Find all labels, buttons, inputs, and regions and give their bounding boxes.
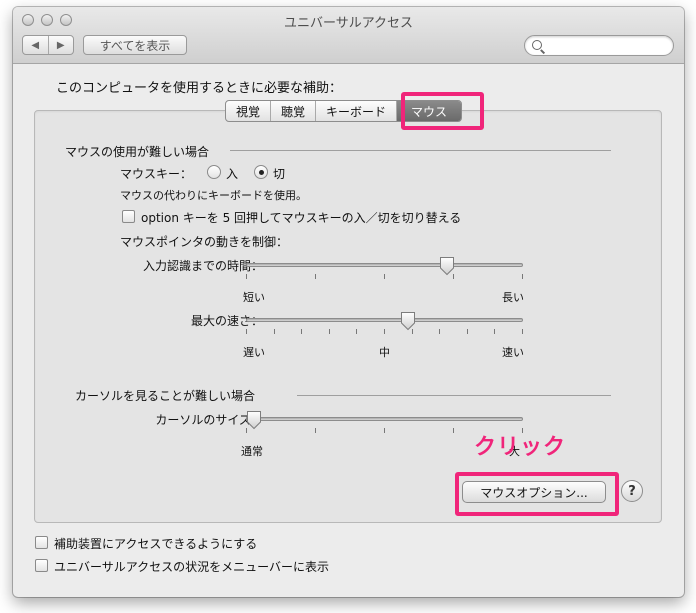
slider-tick bbox=[494, 329, 495, 334]
slider-track bbox=[246, 263, 523, 267]
window-title: ユニバーサルアクセス bbox=[283, 16, 414, 31]
search-input[interactable] bbox=[524, 35, 674, 56]
slider-tick bbox=[522, 274, 523, 279]
mouse-section-title: マウスの使用が難しい場合 bbox=[65, 145, 210, 159]
mouse-tab-highlight bbox=[401, 92, 484, 130]
speed-slider[interactable] bbox=[246, 310, 523, 346]
forward-button[interactable]: ▶ bbox=[47, 36, 74, 54]
slider-tick bbox=[246, 274, 247, 279]
speed-max-label: 速い bbox=[502, 346, 524, 359]
slider-tick bbox=[453, 428, 454, 433]
slider-track bbox=[246, 318, 523, 322]
section-divider bbox=[297, 395, 611, 396]
slider-tick bbox=[384, 428, 385, 433]
assistive-devices-checkbox[interactable] bbox=[35, 536, 48, 549]
slider-tick bbox=[356, 329, 357, 334]
menubar-status-label: ユニバーサルアクセスの状況をメニューバーに表示 bbox=[54, 560, 330, 574]
slider-tick bbox=[522, 329, 523, 334]
slider-tick bbox=[384, 274, 385, 279]
slider-thumb[interactable] bbox=[400, 311, 416, 331]
mouse-keys-label: マウスキー： bbox=[120, 167, 193, 181]
mouse-keys-note: マウスの代わりにキーボードを使用。 bbox=[120, 189, 307, 202]
mouse-keys-on-radio[interactable] bbox=[207, 165, 221, 179]
delay-max-label: 長い bbox=[502, 291, 524, 304]
slider-tick bbox=[439, 329, 440, 334]
slider-track bbox=[246, 417, 523, 421]
speed-mid-label: 中 bbox=[379, 346, 390, 359]
tab-keyboard[interactable]: キーボード bbox=[315, 101, 396, 121]
pointer-control-label: マウスポインタの動きを制御： bbox=[120, 235, 289, 249]
slider-tick bbox=[315, 274, 316, 279]
slider-tick bbox=[246, 329, 247, 334]
help-button[interactable]: ? bbox=[621, 480, 643, 502]
mouse-options-highlight bbox=[455, 472, 619, 516]
history-nav: ◀ ▶ bbox=[22, 35, 74, 55]
cursor-section-title: カーソルを見ることが難しい場合 bbox=[75, 389, 256, 403]
slider-thumb[interactable] bbox=[246, 410, 262, 430]
cursor-size-min-label: 通常 bbox=[241, 445, 263, 458]
tab-hearing[interactable]: 聴覚 bbox=[270, 101, 315, 121]
menubar-status-checkbox[interactable] bbox=[35, 559, 48, 572]
slider-tick bbox=[274, 329, 275, 334]
slider-tick bbox=[467, 329, 468, 334]
assistive-devices-label: 補助装置にアクセスできるようにする bbox=[54, 537, 258, 551]
slider-tick bbox=[329, 329, 330, 334]
slider-tick bbox=[315, 428, 316, 433]
search-icon bbox=[532, 40, 542, 50]
speed-min-label: 遅い bbox=[243, 346, 265, 359]
mouse-keys-off-label: 切 bbox=[273, 167, 286, 181]
slider-tick bbox=[384, 329, 385, 334]
delay-slider-label: 入力認識までの時間： bbox=[142, 259, 263, 273]
section-divider bbox=[230, 150, 611, 151]
page-heading: このコンピュータを使用するときに必要な補助： bbox=[56, 81, 343, 96]
option-key-toggle-checkbox[interactable] bbox=[122, 210, 135, 223]
back-button[interactable]: ◀ bbox=[23, 36, 48, 54]
click-annotation: クリック bbox=[474, 435, 567, 460]
window-toolbar: ユニバーサルアクセス ◀ ▶ すべてを表示 bbox=[13, 7, 684, 64]
tab-panel-mouse: マウスの使用が難しい場合 マウスキー： 入 切 マウスの代わりにキーボードを使用… bbox=[34, 110, 662, 523]
delay-slider[interactable] bbox=[246, 255, 523, 291]
option-key-toggle-label: option キーを 5 回押してマウスキーの入／切を切り替える bbox=[141, 211, 462, 225]
mouse-keys-on-label: 入 bbox=[226, 167, 239, 181]
tab-vision[interactable]: 視覚 bbox=[226, 101, 270, 121]
slider-thumb[interactable] bbox=[439, 256, 455, 276]
mouse-keys-off-radio[interactable] bbox=[254, 165, 268, 179]
show-all-button[interactable]: すべてを表示 bbox=[83, 35, 187, 55]
delay-min-label: 短い bbox=[243, 291, 265, 304]
slider-tick bbox=[301, 329, 302, 334]
